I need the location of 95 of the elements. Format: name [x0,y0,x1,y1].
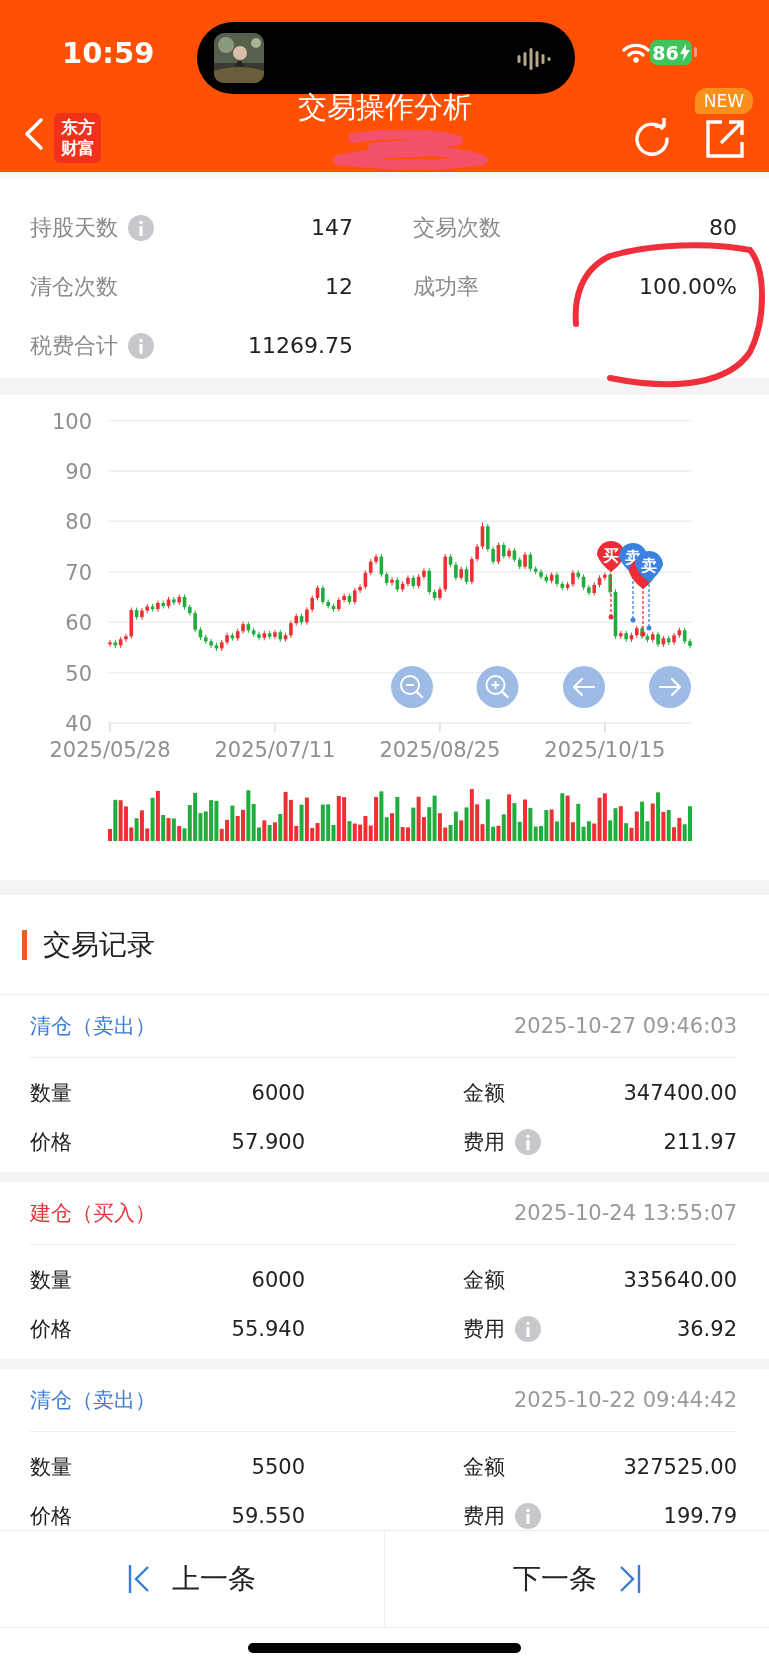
trade-type: 清仓（卖出） [30,1013,156,1040]
axis-label: 50 [65,661,92,686]
previous-button[interactable]: 上一条 [0,1531,384,1627]
wifi-icon [622,42,650,64]
field-value: 55.940 [231,1316,305,1341]
field-value: 59.550 [231,1503,305,1528]
candlestick [454,561,458,581]
candlestick [427,567,432,595]
info-icon[interactable] [128,332,154,359]
candlestick [193,610,197,633]
section-title: 交易记录 [43,926,155,963]
field-label: 数量 [30,1453,72,1481]
info-icon[interactable] [515,1502,541,1529]
candlestick [603,572,607,581]
charging-icon [679,44,690,61]
stat-value: 147 [311,215,353,240]
axis-label: 40 [65,712,92,736]
field-label: 费用 [463,1128,505,1156]
axis-label: 2025/05/28 [49,738,171,762]
candlestick [390,576,394,586]
stat-label: 持股天数 [30,213,118,242]
battery-indicator: 86 [650,40,692,65]
field-value: 36.92 [676,1316,737,1341]
field-label: 金额 [463,1453,505,1481]
trade-type: 清仓（卖出） [30,1387,156,1414]
axis-label: 2025/10/15 [544,738,666,762]
axis-label: 60 [65,611,92,636]
candlestick [507,547,511,560]
axis-label: 90 [65,459,92,484]
field-label: 价格 [30,1502,72,1530]
field-value: 347400.00 [623,1080,737,1105]
axis-label: 2025/08/25 [379,738,501,762]
field-label: 费用 [463,1315,505,1343]
candlestick [624,630,628,643]
candlestick [108,639,112,648]
clock-time: 10:59 [62,36,155,70]
candlestick [140,607,144,621]
field-label: 价格 [30,1315,72,1343]
candlestick [422,567,426,580]
trade-time: 2025-10-22 09:44:42 [513,1388,737,1412]
field-value: 335640.00 [623,1267,737,1292]
field-label: 费用 [463,1502,505,1530]
candlestick [486,523,490,553]
candlestick [321,584,325,606]
zoom-out-icon[interactable] [391,666,433,708]
candlestick [358,583,362,594]
candlestick [172,596,176,606]
candlestick [156,599,160,613]
field-label: 数量 [30,1079,72,1107]
last-icon [619,1565,641,1593]
field-label: 金额 [463,1079,505,1107]
field-value: 199.79 [663,1503,737,1528]
field-value: 211.97 [663,1129,737,1154]
field-label: 数量 [30,1266,72,1294]
stat-value: 11269.75 [248,333,353,358]
info-icon[interactable] [515,1128,541,1155]
next-button[interactable]: 下一条 [384,1531,769,1627]
app-logo: 东方 财富 [54,112,101,163]
zoom-in-icon[interactable] [476,666,519,708]
trade-type: 建仓（买入） [30,1200,156,1227]
field-value: 57.900 [231,1129,305,1154]
first-icon [128,1565,150,1593]
share-icon[interactable] [705,118,745,159]
stat-value: 80 [709,215,737,240]
axis-label: 2025/07/11 [214,738,336,762]
stat-label: 清仓次数 [30,272,118,301]
field-value: 6000 [251,1267,305,1292]
axis-label: 80 [65,510,92,535]
candlestick [374,553,378,565]
candlestick [209,638,213,649]
stat-label: 成功率 [413,272,479,301]
stat-value: 12 [325,274,353,299]
trade-time: 2025-10-24 13:55:07 [513,1201,737,1225]
section-marker [22,929,27,960]
field-label: 价格 [30,1128,72,1156]
field-value: 5500 [251,1454,305,1479]
candlestick [124,633,128,643]
axis-label: 70 [65,560,92,585]
back-icon[interactable] [24,116,44,151]
info-icon[interactable] [515,1315,541,1342]
page-title: 交易操作分析 [297,90,472,124]
candlestick [470,556,474,585]
candlestick [342,592,346,603]
trade-time: 2025-10-27 09:46:03 [513,1014,737,1038]
axis-label: 100 [51,409,92,434]
stat-value: 100.00% [639,274,737,299]
field-value: 6000 [251,1080,305,1105]
new-badge: NEW [694,87,753,114]
field-value: 327525.00 [623,1454,737,1479]
candlestick [406,574,410,587]
stat-label: 交易次数 [413,213,501,242]
field-label: 金额 [463,1266,505,1294]
candlestick [539,568,543,580]
stat-label: 税费合计 [30,331,118,360]
info-icon[interactable] [128,214,154,241]
